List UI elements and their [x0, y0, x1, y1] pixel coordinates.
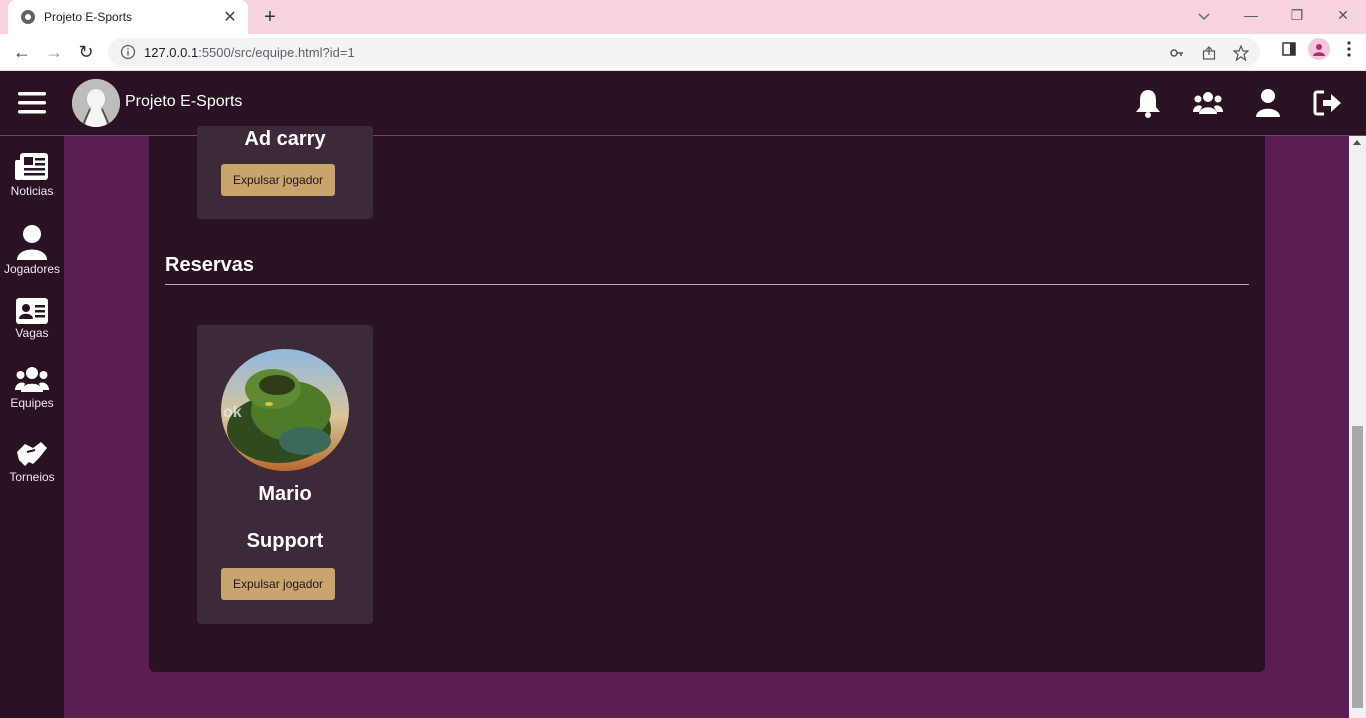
- bell-icon[interactable]: [1133, 87, 1163, 119]
- id-card-icon: [16, 298, 48, 324]
- url-text: 127.0.0.1:5500/src/equipe.html?id=1: [144, 44, 355, 60]
- globe-icon: [21, 10, 35, 24]
- address-bar[interactable]: 127.0.0.1:5500/src/equipe.html?id=1: [108, 38, 1260, 66]
- player-card: Ad carry Expulsar jogador: [197, 126, 373, 219]
- player-name: Mario: [258, 483, 312, 505]
- sidebar-item-vagas[interactable]: Vagas: [0, 298, 64, 340]
- brand-logo[interactable]: [72, 79, 120, 127]
- player-avatar: ok: [221, 349, 349, 471]
- expel-player-button[interactable]: Expulsar jogador: [221, 568, 336, 600]
- sidebar-item-torneios[interactable]: Torneios: [0, 440, 64, 484]
- sidebar-item-label: Torneios: [9, 470, 55, 484]
- player-role: Ad carry: [244, 128, 326, 150]
- newspaper-icon: [15, 153, 48, 180]
- scrollbar-thumb[interactable]: [1352, 426, 1363, 708]
- close-tab-icon[interactable]: ✕: [220, 7, 240, 27]
- sidebar-item-label: Noticias: [10, 184, 54, 198]
- section-title: Reservas: [165, 254, 254, 276]
- brand-name[interactable]: Projeto E-Sports: [125, 93, 242, 111]
- sidebar-item-label: Equipes: [10, 396, 54, 410]
- new-tab-button[interactable]: +: [258, 5, 282, 29]
- handshake-icon: [17, 442, 47, 466]
- logout-icon[interactable]: [1313, 87, 1343, 119]
- side-panel-icon[interactable]: [1280, 40, 1298, 58]
- share-icon[interactable]: [1200, 44, 1218, 62]
- key-icon[interactable]: [1168, 44, 1186, 62]
- svg-text:ok: ok: [223, 404, 242, 421]
- tab-title: Projeto E-Sports: [44, 10, 133, 24]
- scroll-up-arrow-icon[interactable]: [1353, 140, 1361, 145]
- sidebar-item-label: Jogadores: [3, 262, 61, 276]
- team-panel: Ad carry Expulsar jogador Reservas ok Ma…: [149, 126, 1265, 672]
- info-icon[interactable]: [120, 44, 136, 60]
- sidebar-item-jogadores[interactable]: Jogadores: [0, 224, 64, 276]
- section-divider: [165, 284, 1249, 285]
- user-icon: [17, 225, 47, 260]
- browser-tab[interactable]: Projeto E-Sports ✕: [8, 0, 248, 34]
- expel-player-button[interactable]: Expulsar jogador: [221, 164, 336, 196]
- users-icon[interactable]: [1193, 87, 1223, 119]
- chevron-down-icon[interactable]: [1192, 5, 1216, 29]
- hamburger-menu-icon[interactable]: [18, 91, 46, 115]
- user-icon[interactable]: [1253, 87, 1283, 119]
- sidebar: Noticias Jogadores Vagas Equipes Torneio…: [0, 136, 64, 718]
- minimize-button[interactable]: —: [1228, 0, 1274, 30]
- reload-button[interactable]: ↻: [72, 38, 100, 66]
- star-icon[interactable]: [1232, 44, 1250, 62]
- browser-tabstrip: Projeto E-Sports ✕ + — ❐ ✕: [0, 0, 1366, 34]
- player-role: Support: [246, 530, 324, 552]
- close-window-button[interactable]: ✕: [1320, 0, 1366, 30]
- player-card: ok Mario Support Expulsar jogador: [197, 325, 373, 624]
- menu-dots-icon[interactable]: [1340, 40, 1358, 58]
- sidebar-item-label: Vagas: [15, 326, 49, 340]
- page-scrollbar[interactable]: [1349, 136, 1366, 718]
- sidebar-item-equipes[interactable]: Equipes: [0, 366, 64, 410]
- window-controls: — ❐ ✕: [1228, 0, 1366, 30]
- profile-avatar-icon[interactable]: [1308, 38, 1330, 60]
- restore-button[interactable]: ❐: [1274, 0, 1320, 30]
- users-icon: [15, 367, 49, 392]
- forward-button[interactable]: →: [40, 38, 68, 66]
- browser-toolbar: ← → ↻ 127.0.0.1:5500/src/equipe.html?id=…: [0, 34, 1366, 71]
- sidebar-item-noticias[interactable]: Noticias: [0, 152, 64, 198]
- back-button[interactable]: ←: [8, 38, 36, 66]
